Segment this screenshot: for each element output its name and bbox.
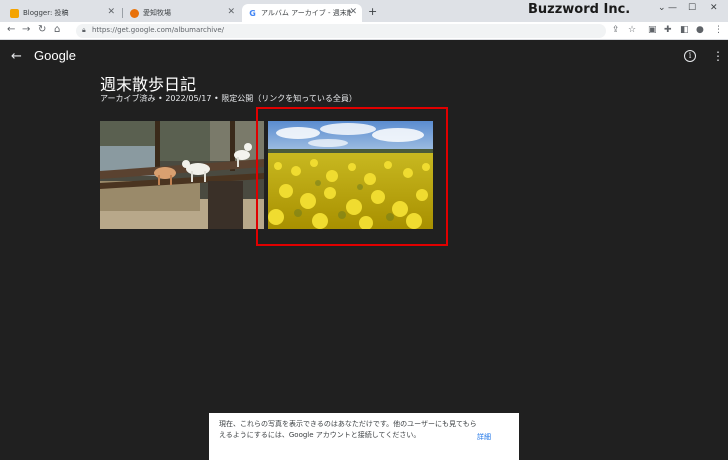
browser-tab-bar: Blogger: 投稿 ✕ 愛知牧場 ✕ G アルバム アーカイブ - 週末散歩… bbox=[0, 0, 728, 22]
extension-icon[interactable]: ▣ bbox=[648, 25, 657, 35]
tab-separator bbox=[122, 8, 123, 18]
menu-icon[interactable]: ⋮ bbox=[714, 25, 723, 35]
tab-album-archive-label: アルバム アーカイブ - 週末散歩日記 bbox=[261, 9, 351, 17]
forward-icon[interactable]: → bbox=[22, 24, 30, 35]
tab-blogger[interactable]: Blogger: 投稿 ✕ bbox=[4, 4, 120, 22]
album-title: 週末散歩日記 bbox=[100, 75, 197, 94]
home-icon[interactable]: ⌂ bbox=[54, 24, 60, 35]
close-icon[interactable]: ✕ bbox=[227, 7, 235, 17]
tab-aichi-farm[interactable]: 愛知牧場 ✕ bbox=[124, 4, 240, 22]
tab-blogger-label: Blogger: 投稿 bbox=[23, 9, 69, 17]
puzzle-icon[interactable]: ✚ bbox=[664, 25, 672, 35]
tab-aichi-farm-label: 愛知牧場 bbox=[143, 9, 171, 17]
minimize-icon[interactable]: — bbox=[668, 3, 677, 13]
close-icon[interactable]: ✕ bbox=[349, 7, 357, 17]
profile-avatar-icon[interactable]: ● bbox=[696, 25, 704, 35]
more-options-icon[interactable]: ⋮ bbox=[712, 49, 724, 63]
new-tab-icon[interactable]: + bbox=[368, 5, 377, 18]
back-arrow-icon[interactable]: ← bbox=[11, 49, 22, 64]
back-icon[interactable]: ← bbox=[7, 24, 15, 35]
photo-goats[interactable] bbox=[100, 121, 264, 229]
browser-toolbar: ← → ↻ ⌂ 🔒︎ https://get.google.com/albuma… bbox=[0, 22, 728, 40]
tab-album-archive[interactable]: G アルバム アーカイブ - 週末散歩日記 ✕ bbox=[242, 4, 362, 22]
goats-photo-image bbox=[100, 121, 264, 229]
album-page: ← Google i ⋮ 週末散歩日記 アーカイブ済み • 2022/05/17… bbox=[0, 41, 728, 460]
google-logo[interactable]: Google bbox=[34, 48, 76, 63]
close-icon[interactable]: ✕ bbox=[107, 7, 115, 17]
maximize-icon[interactable]: ☐ bbox=[688, 3, 696, 13]
brand-watermark: Buzzword Inc. bbox=[528, 2, 631, 17]
address-bar[interactable]: 🔒︎ https://get.google.com/albumarchive/ bbox=[76, 24, 606, 38]
reload-icon[interactable]: ↻ bbox=[38, 24, 46, 35]
bookmark-star-icon[interactable]: ☆ bbox=[628, 25, 636, 35]
side-panel-icon[interactable]: ◧ bbox=[680, 25, 689, 35]
info-icon[interactable]: i bbox=[684, 50, 696, 62]
google-favicon-icon: G bbox=[248, 8, 257, 18]
site-favicon-icon bbox=[130, 8, 139, 18]
chevron-down-icon[interactable]: ⌄ bbox=[658, 3, 666, 13]
share-notice-snackbar: 現在、これらの写真を表示できるのはあなただけです。他のユーザーにも見てもらえるよ… bbox=[209, 413, 519, 460]
snackbar-message: 現在、これらの写真を表示できるのはあなただけです。他のユーザーにも見てもらえるよ… bbox=[219, 420, 477, 439]
details-link[interactable]: 詳細 bbox=[477, 432, 491, 442]
album-meta: アーカイブ済み • 2022/05/17 • 限定公開（リンクを知っている全員） bbox=[100, 94, 357, 103]
close-window-icon[interactable]: ✕ bbox=[710, 3, 718, 13]
lock-icon: 🔒︎ bbox=[82, 26, 86, 34]
blogger-favicon-icon bbox=[10, 8, 19, 18]
share-icon[interactable]: ⇪ bbox=[612, 25, 620, 35]
highlight-box bbox=[256, 107, 448, 246]
url-text: https://get.google.com/albumarchive/ bbox=[92, 26, 225, 34]
